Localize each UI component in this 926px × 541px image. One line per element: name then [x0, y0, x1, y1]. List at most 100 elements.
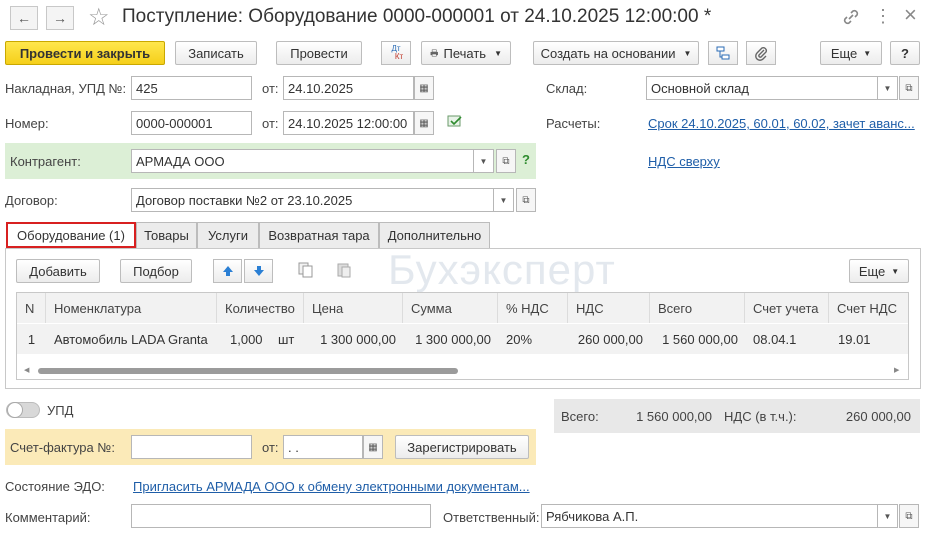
invoice-number-field[interactable]: 425 [131, 76, 252, 100]
row-total[interactable]: 1 560 000,00 [650, 324, 738, 354]
column-header-item[interactable]: Номенклатура [46, 293, 217, 323]
number-date-field[interactable]: 24.10.2025 12:00:00 [283, 111, 414, 135]
column-header-n[interactable]: N [17, 293, 46, 323]
tab-returnable-containers[interactable]: Возвратная тара [259, 222, 379, 248]
column-header-account[interactable]: Счет учета [745, 293, 829, 323]
scroll-right-icon[interactable]: ▶ [894, 366, 899, 374]
edo-invite-link[interactable]: Пригласить АРМАДА ООО к обмену электронн… [133, 479, 530, 494]
row-number: 1 [17, 324, 46, 354]
vat-link[interactable]: НДС сверху [648, 154, 720, 169]
move-down-button[interactable] [244, 259, 273, 283]
settlements-link[interactable]: Срок 24.10.2025, 60.01, 60.02, зачет ава… [648, 116, 915, 131]
move-up-button[interactable] [213, 259, 242, 283]
approval-icon[interactable] [447, 115, 463, 132]
total-value: 1 560 000,00 [636, 409, 712, 424]
total-label: Всего: [561, 409, 599, 424]
number-label: Номер: [5, 116, 49, 131]
row-vat-account[interactable]: 19.01 [838, 324, 898, 354]
number-field[interactable]: 0000-000001 [131, 111, 252, 135]
column-header-vat[interactable]: НДС [568, 293, 650, 323]
link-icon[interactable] [842, 8, 862, 28]
invoice-bar-date-field[interactable]: . . [283, 435, 363, 459]
comment-field[interactable] [131, 504, 431, 528]
favorite-star-icon[interactable]: ☆ [88, 3, 110, 32]
print-button[interactable]: Печать ▼ [421, 41, 511, 65]
dt-kt-button[interactable]: Дт Кт [381, 41, 411, 65]
tab-equipment[interactable]: Оборудование (1) [6, 222, 136, 248]
column-header-vat-account[interactable]: Счет НДС [829, 293, 908, 323]
tab-services[interactable]: Услуги [197, 222, 259, 248]
invoice-label: Накладная, УПД №: [5, 81, 127, 96]
counterparty-label: Контрагент: [10, 154, 81, 169]
responsible-dropdown-icon[interactable]: ▼ [878, 504, 898, 528]
responsible-open-icon[interactable]: ⧉ [899, 504, 919, 528]
row-sum[interactable]: 1 300 000,00 [403, 324, 491, 354]
counterparty-dropdown-icon[interactable]: ▼ [474, 149, 494, 173]
column-header-price[interactable]: Цена [304, 293, 403, 323]
column-header-quantity[interactable]: Количество [217, 293, 304, 323]
create-based-label: Создать на основании [540, 45, 676, 61]
row-item[interactable]: Автомобиль LADA Granta [54, 324, 217, 354]
row-unit[interactable]: шт [278, 324, 302, 354]
table-more-button[interactable]: Еще ▼ [849, 259, 909, 283]
arrow-up-icon [222, 266, 233, 276]
contract-field[interactable]: Договор поставки №2 от 23.10.2025 [131, 188, 494, 212]
copy-icon[interactable] [298, 262, 314, 281]
window-title: Поступление: Оборудование 0000-000001 от… [122, 6, 712, 27]
back-button[interactable]: ← [10, 6, 38, 30]
horizontal-scrollbar[interactable] [38, 368, 458, 374]
warehouse-label: Склад: [546, 81, 588, 96]
row-price[interactable]: 1 300 000,00 [304, 324, 396, 354]
calendar-icon[interactable]: ▦ [414, 76, 434, 100]
warehouse-dropdown-icon[interactable]: ▼ [878, 76, 898, 100]
post-button[interactable]: Провести [276, 41, 362, 65]
vat-total-value: 260 000,00 [845, 409, 911, 424]
help-button[interactable]: ? [890, 41, 920, 65]
register-button[interactable]: Зарегистрировать [395, 435, 529, 459]
arrow-right-icon: → [53, 10, 67, 26]
invoice-date-field[interactable]: 24.10.2025 [283, 76, 414, 100]
warehouse-field[interactable]: Основной склад [646, 76, 878, 100]
row-vat[interactable]: 260 000,00 [568, 324, 643, 354]
select-button[interactable]: Подбор [120, 259, 192, 283]
tab-goods[interactable]: Товары [136, 222, 197, 248]
add-row-button[interactable]: Добавить [16, 259, 100, 283]
responsible-label: Ответственный: [443, 510, 540, 525]
calendar-icon[interactable]: ▦ [414, 111, 434, 135]
save-button[interactable]: Записать [175, 41, 257, 65]
scroll-left-icon[interactable]: ◀ [24, 366, 29, 374]
more-button[interactable]: Еще ▼ [820, 41, 882, 65]
column-header-sum[interactable]: Сумма [403, 293, 498, 323]
column-header-total[interactable]: Всего [650, 293, 745, 323]
create-based-on-button[interactable]: Создать на основании ▼ [533, 41, 699, 65]
invoice-bar-label: Счет-фактура №: [10, 440, 115, 455]
contract-open-icon[interactable]: ⧉ [516, 188, 536, 212]
attach-button[interactable] [746, 41, 776, 65]
close-icon[interactable]: × [904, 2, 917, 28]
printer-icon [430, 49, 438, 57]
responsible-field[interactable]: Рябчикова А.П. [541, 504, 878, 528]
row-account[interactable]: 08.04.1 [753, 324, 823, 354]
counterparty-help-icon[interactable]: ? [522, 152, 530, 167]
contract-label: Договор: [5, 193, 58, 208]
paste-icon[interactable] [336, 262, 352, 281]
invoice-bar-number-field[interactable] [131, 435, 252, 459]
counterparty-field[interactable]: АРМАДА ООО [131, 149, 474, 173]
row-vat-rate[interactable]: 20% [506, 324, 564, 354]
warehouse-open-icon[interactable]: ⧉ [899, 76, 919, 100]
more-vertical-icon[interactable]: ⋮ [874, 6, 892, 27]
chevron-down-icon: ▼ [863, 48, 872, 58]
forward-button[interactable]: → [46, 6, 74, 30]
contract-dropdown-icon[interactable]: ▼ [494, 188, 514, 212]
post-and-close-button[interactable]: Провести и закрыть [5, 41, 165, 65]
column-header-vat-rate[interactable]: % НДС [498, 293, 568, 323]
row-quantity[interactable]: 1,000 [230, 324, 270, 354]
upd-toggle[interactable] [6, 402, 40, 418]
settlements-label: Расчеты: [546, 116, 601, 131]
structure-icon [716, 46, 730, 60]
calendar-icon[interactable]: ▦ [363, 435, 383, 459]
structure-button[interactable] [708, 41, 738, 65]
tab-additional[interactable]: Дополнительно [379, 222, 490, 248]
counterparty-open-icon[interactable]: ⧉ [496, 149, 516, 173]
chevron-down-icon: ▼ [891, 266, 900, 276]
